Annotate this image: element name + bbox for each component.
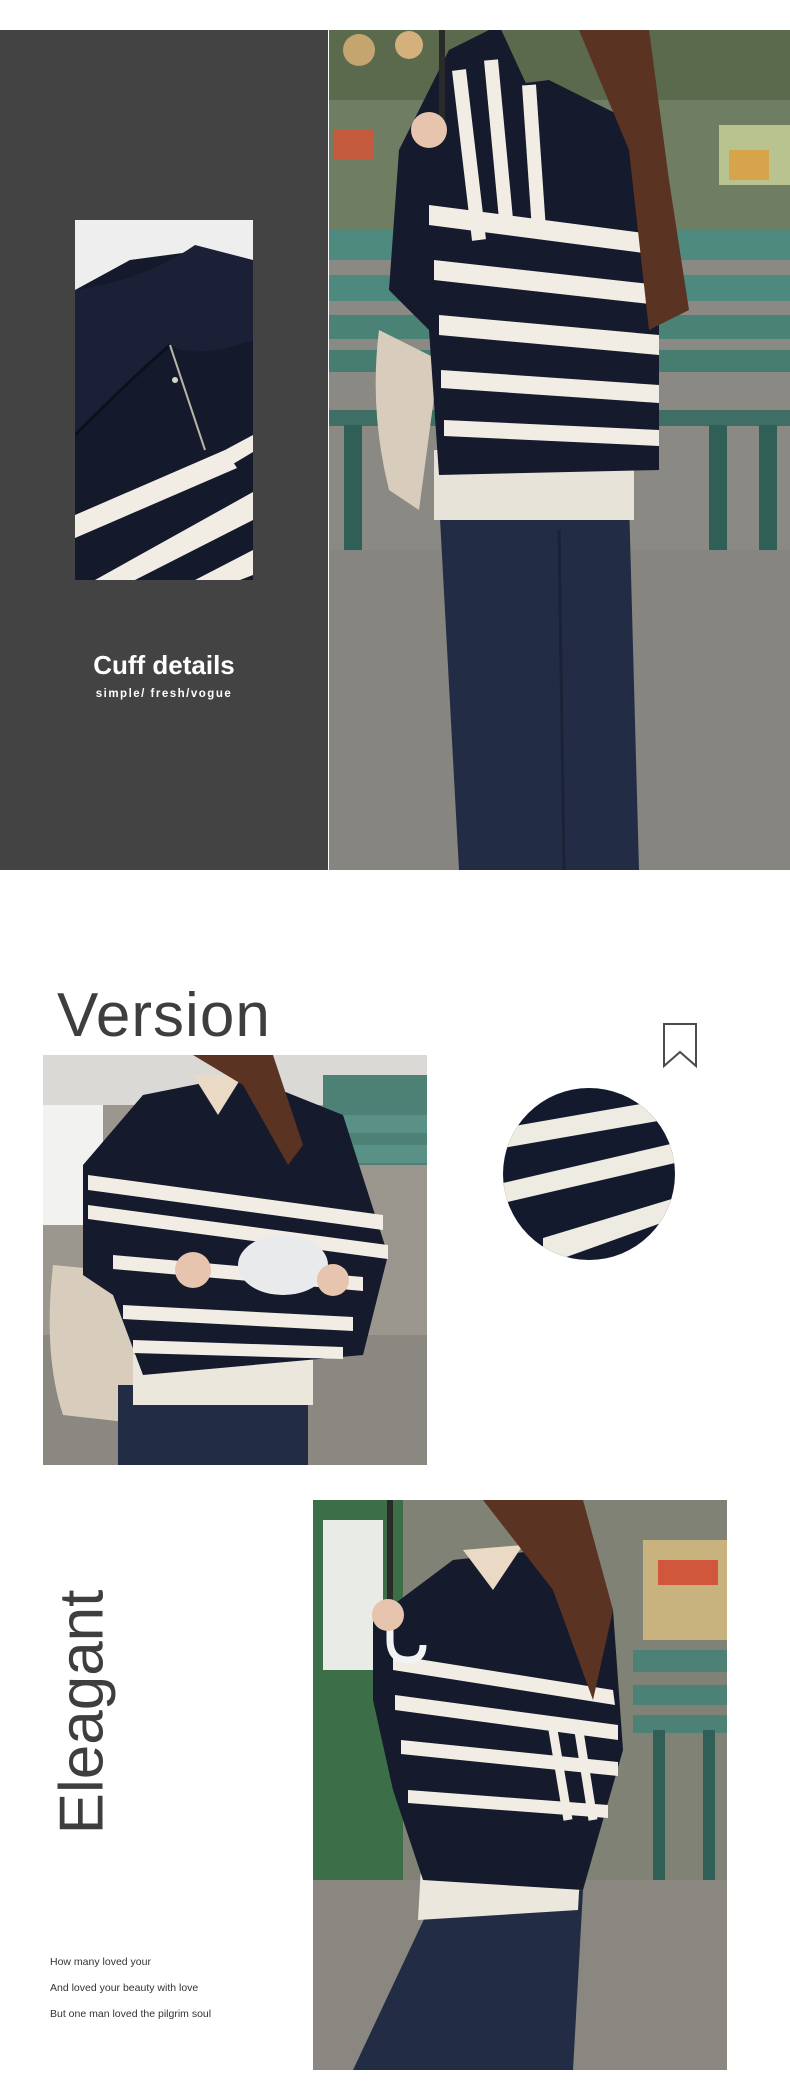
poem-line-3: But one man loved the pilgrim soul xyxy=(50,2008,212,2020)
cuff-details-subtitle: simple/ fresh/vogue xyxy=(95,688,233,700)
cuff-detail-photo xyxy=(75,220,253,580)
version-heading: Version xyxy=(57,981,271,1050)
cuff-details-title: Cuff details xyxy=(93,650,235,680)
poem-line-1: How many loved your xyxy=(50,1956,151,1968)
version-model-photo xyxy=(43,1055,427,1465)
bookmark-icon[interactable] xyxy=(662,1022,698,1068)
fabric-swatch xyxy=(503,1088,675,1260)
hero-model-photo xyxy=(329,30,790,870)
elegant-model-photo xyxy=(313,1500,727,2070)
poem-line-2: And loved your beauty with love xyxy=(50,1982,199,1994)
elegant-vertical-heading: Eleagant xyxy=(47,1589,117,1835)
